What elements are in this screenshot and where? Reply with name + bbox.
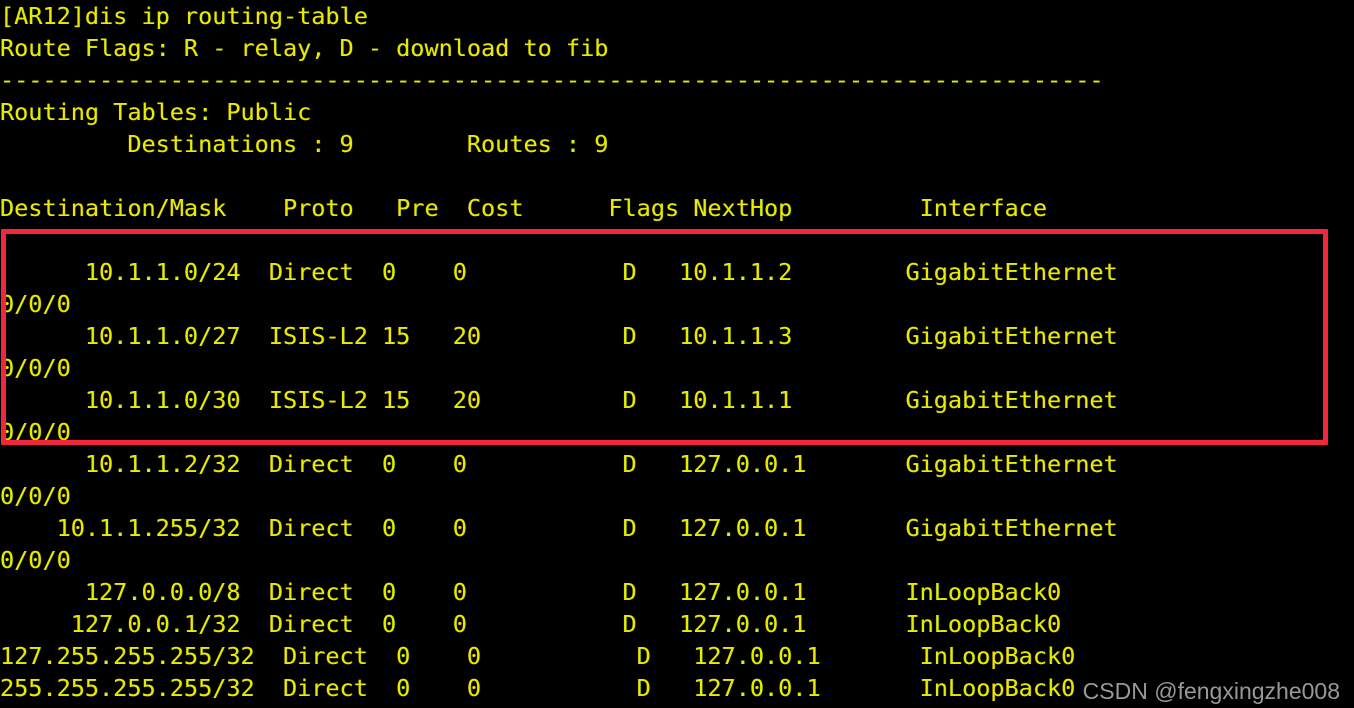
terminal-window[interactable]: [AR12]dis ip routing-table Route Flags: … <box>0 0 1354 708</box>
routing-table-console-output: [AR12]dis ip routing-table Route Flags: … <box>0 2 1118 702</box>
csdn-watermark: CSDN @fengxingzhe008 <box>1082 678 1340 704</box>
